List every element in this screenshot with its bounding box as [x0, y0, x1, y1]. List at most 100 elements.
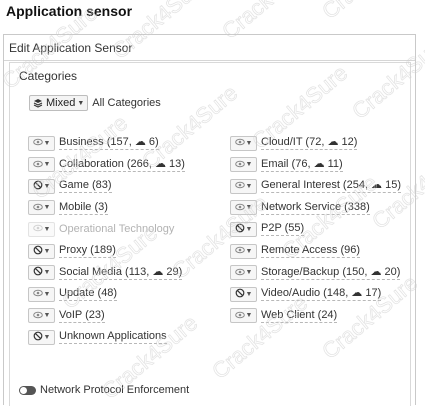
- edit-sensor-panel: Edit Application Sensor Categories Mixed…: [3, 34, 416, 406]
- chevron-down-icon: ▼: [43, 225, 51, 233]
- category-action-dropdown[interactable]: ▼: [28, 286, 55, 302]
- eye-icon: [32, 137, 43, 149]
- toggle-switch[interactable]: [19, 385, 36, 395]
- category-label: Business (157, ☁ 6): [59, 136, 159, 150]
- category-label: Game (83): [59, 179, 112, 194]
- category-label: Unknown Applications: [59, 330, 167, 345]
- category-action-dropdown[interactable]: ▼: [28, 200, 55, 216]
- category-action-dropdown[interactable]: ▼: [230, 178, 257, 194]
- toggle-knob: [20, 386, 27, 394]
- eye-icon: [234, 202, 245, 214]
- category-collaboration: ▼ Collaboration (266, ☁ 13): [28, 156, 185, 174]
- chevron-down-icon: ▼: [43, 161, 51, 169]
- category-action-dropdown[interactable]: ▼: [28, 329, 55, 345]
- block-icon: [33, 331, 43, 344]
- chevron-down-icon: ▼: [245, 139, 253, 147]
- category-proxy: ▼ Proxy (189): [28, 242, 116, 260]
- eye-icon: [234, 245, 245, 257]
- category-label: Storage/Backup (150, ☁ 20): [261, 265, 401, 280]
- category-remote-access: ▼ Remote Access (96): [230, 242, 361, 260]
- chevron-down-icon: ▼: [77, 99, 85, 107]
- category-action-dropdown[interactable]: ▼: [230, 157, 257, 173]
- category-mobile: ▼ Mobile (3): [28, 199, 108, 217]
- category-action-dropdown[interactable]: ▼: [230, 135, 257, 151]
- category-action-dropdown[interactable]: ▼: [28, 265, 55, 281]
- category-general-interest: ▼ General Interest (254, ☁ 15): [230, 177, 402, 195]
- chevron-down-icon: ▼: [245, 225, 253, 233]
- eye-icon: [32, 159, 43, 171]
- all-categories-label: All Categories: [92, 97, 161, 109]
- category-label: Proxy (189): [59, 244, 116, 258]
- category-label: Update (48): [59, 287, 118, 302]
- eye-icon: [234, 310, 245, 322]
- category-action-dropdown: ▼: [28, 221, 55, 237]
- category-game: ▼ Game (83): [28, 177, 112, 195]
- chevron-down-icon: ▼: [43, 333, 51, 341]
- category-label: General Interest (254, ☁ 15): [261, 179, 402, 194]
- chevron-down-icon: ▼: [43, 182, 51, 190]
- category-action-dropdown[interactable]: ▼: [230, 200, 257, 216]
- chevron-down-icon: ▼: [245, 161, 253, 169]
- eye-icon: [234, 180, 245, 192]
- chevron-down-icon: ▼: [43, 204, 51, 212]
- chevron-down-icon: ▼: [245, 290, 253, 298]
- category-action-dropdown[interactable]: ▼: [28, 135, 55, 151]
- eye-icon: [32, 223, 43, 235]
- category-label: Web Client (24): [261, 308, 338, 323]
- chevron-down-icon: ▼: [43, 312, 51, 320]
- chevron-down-icon: ▼: [245, 182, 253, 190]
- toggle-label: Network Protocol Enforcement: [40, 384, 190, 396]
- category-label: P2P (55): [261, 222, 305, 237]
- category-label: Collaboration (266, ☁ 13): [59, 157, 185, 172]
- category-label: Mobile (3): [59, 200, 108, 215]
- category-action-dropdown[interactable]: ▼: [230, 308, 257, 324]
- category-action-dropdown[interactable]: ▼: [28, 157, 55, 173]
- category-operational-technology: ▼ Operational Technology: [28, 220, 174, 238]
- chevron-down-icon: ▼: [245, 247, 253, 255]
- category-action-dropdown[interactable]: ▼: [28, 308, 55, 324]
- category-business: ▼ Business (157, ☁ 6): [28, 134, 159, 152]
- category-label: Email (76, ☁ 11): [261, 157, 343, 172]
- category-cloud-it: ▼ Cloud/IT (72, ☁ 12): [230, 134, 358, 152]
- mixed-label: Mixed: [46, 97, 76, 109]
- categories-heading: Categories: [19, 69, 78, 83]
- categories-section: Categories Mixed ▼ All Categories ▼ Busin…: [9, 62, 411, 406]
- block-icon: [33, 245, 43, 258]
- network-protocol-enforcement-row: Network Protocol Enforcement: [19, 382, 189, 398]
- chevron-down-icon: ▼: [43, 269, 51, 277]
- category-storage-backup: ▼ Storage/Backup (150, ☁ 20): [230, 264, 401, 282]
- category-label: Network Service (338): [261, 200, 370, 215]
- category-email: ▼ Email (76, ☁ 11): [230, 156, 343, 174]
- panel-title: Edit Application Sensor: [4, 35, 415, 61]
- chevron-down-icon: ▼: [43, 139, 51, 147]
- category-voip: ▼ VoIP (23): [28, 307, 105, 325]
- category-action-dropdown[interactable]: ▼: [28, 243, 55, 259]
- block-icon: [235, 288, 245, 301]
- category-p2p: ▼ P2P (55): [230, 220, 305, 238]
- category-web-client: ▼ Web Client (24): [230, 307, 338, 325]
- category-label: Cloud/IT (72, ☁ 12): [261, 136, 358, 150]
- category-social-media: ▼ Social Media (113, ☁ 29): [28, 264, 183, 282]
- chevron-down-icon: ▼: [43, 290, 51, 298]
- layers-icon: [33, 99, 43, 108]
- category-network-service: ▼ Network Service (338): [230, 199, 370, 217]
- category-unknown-applications: ▼ Unknown Applications: [28, 328, 167, 346]
- category-label: Operational Technology: [59, 222, 175, 235]
- chevron-down-icon: ▼: [245, 269, 253, 277]
- category-video-audio: ▼ Video/Audio (148, ☁ 17): [230, 285, 382, 303]
- category-action-dropdown[interactable]: ▼: [230, 221, 257, 237]
- block-icon: [235, 223, 245, 236]
- category-action-dropdown[interactable]: ▼: [28, 178, 55, 194]
- category-action-dropdown[interactable]: ▼: [230, 286, 257, 302]
- eye-icon: [234, 159, 245, 171]
- block-icon: [33, 180, 43, 193]
- chevron-down-icon: ▼: [245, 204, 253, 212]
- category-action-dropdown[interactable]: ▼: [230, 243, 257, 259]
- page-title: Application sensor: [6, 3, 133, 19]
- category-action-dropdown[interactable]: ▼: [230, 265, 257, 281]
- mixed-action-button[interactable]: Mixed ▼: [29, 95, 89, 111]
- category-label: VoIP (23): [59, 308, 105, 323]
- block-icon: [33, 266, 43, 279]
- eye-icon: [234, 267, 245, 279]
- all-categories-row: Mixed ▼ All Categories: [29, 94, 161, 112]
